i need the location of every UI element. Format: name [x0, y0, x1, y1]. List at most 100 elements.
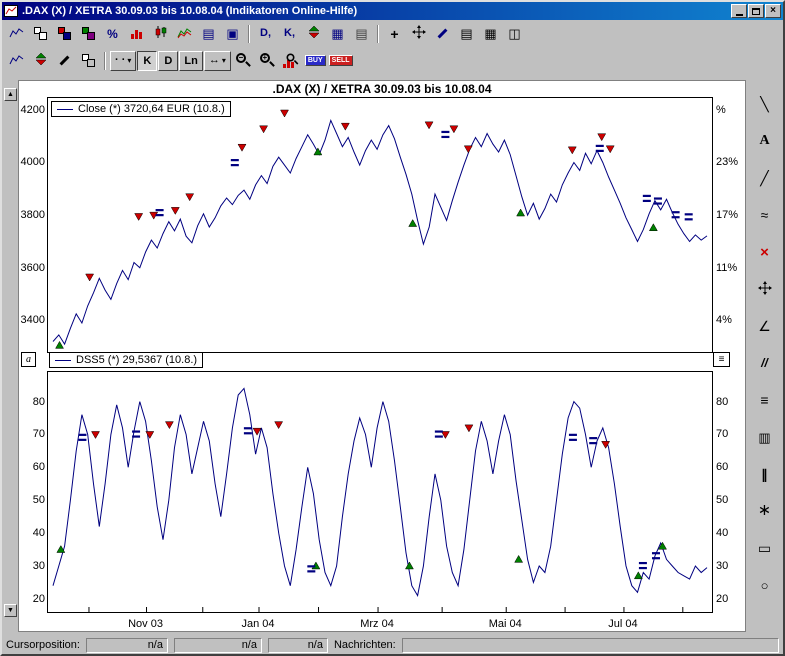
text-tool-glyph: A	[759, 134, 769, 148]
ray-tool[interactable]: ╱	[752, 166, 778, 190]
left-scroll-strip: ▲ ▼	[2, 80, 18, 636]
indicator-a-button[interactable]: a	[21, 352, 36, 367]
signals-icon-glyph	[35, 52, 47, 69]
draw-line-icon[interactable]	[431, 23, 454, 45]
signal-chart-icon[interactable]	[302, 23, 325, 45]
y-axis-label: 50	[716, 494, 746, 506]
maximize-button[interactable]	[748, 4, 764, 18]
candlestick-icon[interactable]	[149, 23, 172, 45]
style-palette-icon[interactable]	[77, 23, 100, 45]
new-chart-icon[interactable]	[5, 23, 28, 45]
small-chart-icon[interactable]	[5, 50, 28, 72]
indicator-pane[interactable]	[47, 371, 713, 613]
delete-tool[interactable]: ×	[752, 240, 778, 264]
angle-tool[interactable]: ∠	[752, 314, 778, 338]
ellipse-tool[interactable]: ○	[752, 573, 778, 597]
candlestick-icon-glyph	[154, 25, 168, 42]
y-axis-label: 70	[716, 428, 746, 440]
y-axis-label: 60	[19, 461, 45, 473]
edit-pen-icon[interactable]	[53, 50, 76, 72]
percent-icon[interactable]: %	[101, 23, 124, 45]
quote-table-icon[interactable]: ▤	[350, 23, 373, 45]
color-palette-icon[interactable]	[53, 23, 76, 45]
buy-marker	[517, 209, 525, 216]
sell-marker	[281, 110, 289, 117]
notes-icon[interactable]: ▤	[455, 23, 478, 45]
candle-period-d-button-glyph: D	[164, 55, 172, 67]
text-view-icon[interactable]: ▤	[197, 23, 220, 45]
save-chart-icon[interactable]: ▣	[221, 23, 244, 45]
trendline-tool[interactable]: ╲	[752, 92, 778, 116]
grid-icon[interactable]: ▦	[479, 23, 502, 45]
rectangle-tool[interactable]: ▭	[752, 536, 778, 560]
y-axis-label: 17%	[716, 209, 746, 221]
period-weekly-icon[interactable]: K,	[278, 23, 301, 45]
y-axis-label: 4200	[19, 104, 45, 116]
neutral-marker	[685, 213, 693, 215]
text-tool[interactable]: A	[752, 129, 778, 153]
indicator-grid-icon[interactable]: ▦	[326, 23, 349, 45]
page-icon[interactable]	[77, 50, 100, 72]
zoom-in-button[interactable]: +	[256, 50, 279, 72]
signals-icon[interactable]	[29, 50, 52, 72]
edit-pen-icon-glyph	[58, 54, 71, 67]
window-title: .DAX (X) / XETRA 30.09.03 bis 10.08.04 (…	[22, 5, 727, 17]
parallel-tool[interactable]: ∥	[752, 462, 778, 486]
line-chart-icon[interactable]	[173, 23, 196, 45]
star-lines-tool[interactable]: ∗	[752, 499, 778, 523]
period-daily-icon[interactable]: D,	[254, 23, 277, 45]
neutral-marker	[654, 197, 662, 199]
close-button[interactable]: ×	[765, 4, 781, 18]
line-style-dropdown[interactable]: · ·▾	[110, 51, 136, 71]
scroll-up-button[interactable]: ▲	[4, 88, 17, 101]
y-axis-label: 20	[19, 593, 45, 605]
candle-period-d-button[interactable]: D	[158, 51, 178, 71]
neutral-marker	[132, 430, 140, 432]
ray-tool-glyph: ╱	[760, 171, 768, 185]
minimize-button[interactable]	[731, 4, 747, 18]
fibonacci-tool-glyph: ≡	[760, 393, 768, 407]
buy-marker	[56, 341, 64, 348]
bar-chart-icon[interactable]	[125, 23, 148, 45]
y-axis-label: 3800	[19, 209, 45, 221]
cursor-x-field: n/a	[86, 638, 168, 653]
scroll-down-button[interactable]: ▼	[4, 604, 17, 617]
candle-period-k-button[interactable]: K	[137, 51, 157, 71]
fibonacci-tool[interactable]: ≡	[752, 388, 778, 412]
sell-marker-button[interactable]: SELL	[328, 50, 354, 72]
percent-icon-glyph: %	[107, 28, 118, 40]
price-pane[interactable]	[47, 97, 713, 353]
neutral-marker	[231, 159, 239, 161]
layout-icon[interactable]: ◫	[503, 23, 526, 45]
period-daily-icon-glyph: D,	[260, 28, 271, 39]
sell-marker	[146, 431, 154, 438]
chart-area[interactable]: .DAX (X) / XETRA 30.09.03 bis 10.08.04 C…	[18, 80, 746, 632]
buy-marker-button[interactable]: BUY	[304, 50, 327, 72]
title-bar[interactable]: .DAX (X) / XETRA 30.09.03 bis 10.08.04 (…	[2, 2, 783, 20]
buy-marker-button-glyph: BUY	[305, 55, 326, 66]
move-icon[interactable]	[407, 23, 430, 45]
fan-tool[interactable]: //	[752, 351, 778, 375]
move-tool[interactable]	[752, 277, 778, 301]
line-style-dropdown-glyph: · ·▾	[115, 55, 131, 66]
crosshair-icon[interactable]: +	[383, 23, 406, 45]
x-axis-label: Mrz 04	[355, 618, 399, 630]
hscroll-dropdown[interactable]: ↔▾	[204, 51, 231, 71]
wave-tool[interactable]: ≈	[752, 203, 778, 227]
zoom-range-button[interactable]	[280, 50, 303, 72]
main-area: ▲ ▼ .DAX (X) / XETRA 30.09.03 bis 10.08.…	[2, 74, 783, 636]
sell-marker	[238, 144, 246, 151]
move-tool-glyph	[758, 281, 772, 298]
hatch-tool[interactable]: ▥	[752, 425, 778, 449]
quote-table-icon-glyph: ▤	[355, 27, 367, 40]
zoom-out-button[interactable]: −	[232, 50, 255, 72]
y-axis-label: 60	[716, 461, 746, 473]
indicator-menu-button[interactable]: ≡	[713, 352, 730, 367]
ln-scale-button[interactable]: Ln	[179, 51, 202, 71]
buy-marker	[649, 224, 657, 231]
y-axis-label: %	[716, 104, 746, 116]
y-axis-label: 23%	[716, 156, 746, 168]
text-view-icon-glyph: ▤	[202, 27, 214, 40]
copy-icon[interactable]	[29, 23, 52, 45]
y-axis-label: 4%	[716, 314, 746, 326]
